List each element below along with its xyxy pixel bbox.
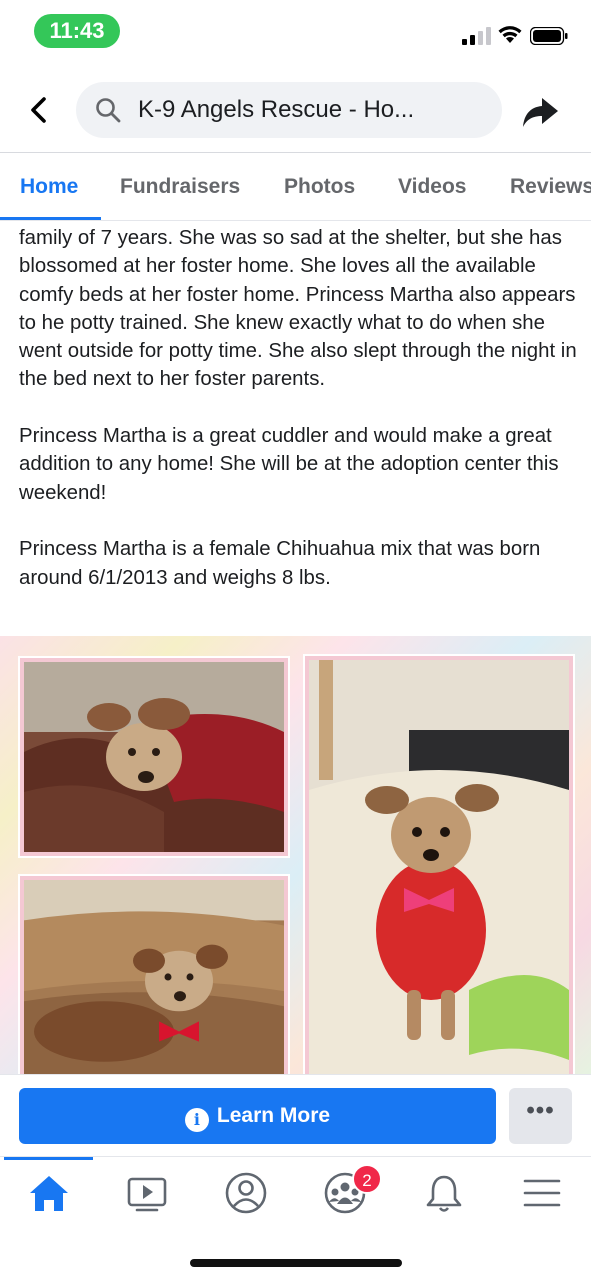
post-paragraph: family of 7 years. She was so sad at the… xyxy=(19,227,577,391)
share-arrow-icon[interactable] xyxy=(520,92,560,132)
search-query: K-9 Angels Rescue - Ho... xyxy=(138,96,415,123)
notifications-icon xyxy=(426,1175,462,1212)
active-nav-indicator xyxy=(4,1157,93,1160)
tab-videos[interactable]: Videos xyxy=(398,153,466,220)
status-bar: 11:43 xyxy=(0,0,591,66)
call-to-action-bar: i Learn More ••• xyxy=(0,1074,591,1154)
dog-photo-sweater[interactable] xyxy=(305,656,573,1074)
dog-photo-bed[interactable] xyxy=(20,876,288,1074)
nav-menu[interactable] xyxy=(517,1171,567,1215)
home-icon xyxy=(30,1176,68,1211)
tab-home[interactable]: Home xyxy=(20,153,78,220)
tab-photos[interactable]: Photos xyxy=(284,153,355,220)
page-header: K-9 Angels Rescue - Ho... xyxy=(0,70,591,152)
nav-notifications[interactable] xyxy=(419,1171,469,1215)
post-body: family of 7 years. She was so sad at the… xyxy=(19,224,579,592)
post-paragraph: Princess Martha is a great cuddler and w… xyxy=(19,425,559,504)
nav-profile[interactable] xyxy=(221,1171,271,1215)
menu-icon xyxy=(523,1179,561,1207)
groups-notification-badge: 2 xyxy=(352,1164,382,1194)
watch-icon xyxy=(127,1177,167,1212)
learn-more-button[interactable]: i Learn More xyxy=(19,1088,496,1144)
tab-fundraisers[interactable]: Fundraisers xyxy=(120,153,240,220)
info-icon: i xyxy=(184,1108,209,1132)
more-options-button[interactable]: ••• xyxy=(509,1088,572,1144)
post-paragraph: Princess Martha is a female Chihuahua mi… xyxy=(19,538,541,589)
search-bar[interactable]: K-9 Angels Rescue - Ho... xyxy=(76,82,502,138)
nav-watch[interactable] xyxy=(122,1171,172,1215)
active-tab-indicator xyxy=(0,217,101,220)
page-tabs: Home Fundraisers Photos Videos Reviews xyxy=(0,153,591,221)
wifi-icon xyxy=(498,26,522,43)
dog-photo-blanket[interactable] xyxy=(20,658,288,856)
learn-more-label: Learn More xyxy=(216,1104,331,1127)
post-photo-collage[interactable] xyxy=(0,636,591,1074)
profile-icon xyxy=(225,1172,267,1214)
status-time: 11:43 xyxy=(34,14,120,48)
nav-home[interactable] xyxy=(24,1171,74,1215)
tab-reviews[interactable]: Reviews xyxy=(510,153,591,220)
search-icon xyxy=(96,98,121,123)
cellular-signal-icon xyxy=(462,27,491,45)
battery-icon xyxy=(530,27,568,45)
back-arrow-icon[interactable] xyxy=(22,92,58,128)
home-indicator xyxy=(190,1259,402,1267)
